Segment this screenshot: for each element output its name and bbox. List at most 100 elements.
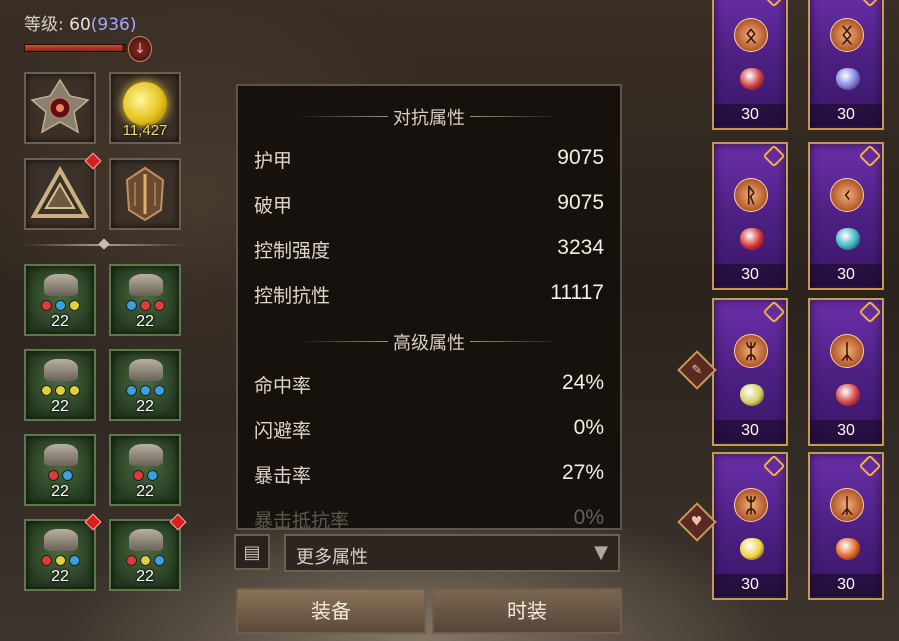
gem-icon: [40, 300, 52, 311]
boots-slot[interactable]: 22: [109, 349, 181, 421]
alert-dot: [169, 513, 187, 531]
ring-right-slot[interactable]: 22: [109, 434, 181, 506]
rune-icon: ᚲ: [830, 178, 864, 212]
gem-socket-row: [26, 470, 94, 481]
gem-icon: [54, 385, 66, 396]
rune-icon: ᛣ: [830, 488, 864, 522]
rune-icon: ᛯ: [734, 334, 768, 368]
rune-card[interactable]: ᛝ 30: [808, 0, 884, 130]
gold-count: 11,427: [122, 122, 168, 139]
emblem-icon: [30, 78, 90, 134]
triangle-rune-icon: [30, 165, 90, 218]
stat-value: 0%: [573, 416, 604, 439]
gold-orb-slot[interactable]: 11,427: [109, 72, 181, 144]
level-display: 等级: 60(936): [24, 10, 137, 35]
rarity-badge-icon: [858, 0, 882, 8]
section-title-combat: 对抗属性: [238, 104, 620, 129]
rarity-badge-icon: [858, 300, 882, 324]
rune-card[interactable]: ᚱ 30: [712, 142, 788, 290]
tab-equipment[interactable]: 装备: [236, 588, 426, 634]
enhance-level: 22: [136, 398, 154, 415]
stat-row: 暴击率 27%: [254, 461, 604, 491]
stat-value: 24%: [561, 371, 604, 394]
gem-icon: [132, 470, 144, 481]
stat-label: 破甲: [254, 195, 293, 217]
equipment-icon: [44, 274, 78, 296]
rune-card[interactable]: ᛣ 30: [808, 452, 884, 600]
section-title-advanced: 高级属性: [238, 329, 620, 354]
gem-icon: [153, 385, 165, 396]
amulet-right-slot[interactable]: 22: [109, 513, 187, 591]
equipment-icon: [44, 529, 78, 551]
rarity-badge-icon: [762, 300, 786, 324]
equipment-icon: [44, 359, 78, 381]
gem-icon: [40, 555, 52, 566]
card-level: 30: [714, 264, 786, 286]
stat-row: 破甲 9075: [254, 191, 604, 221]
heart-tab-icon[interactable]: ♥: [677, 502, 717, 542]
stat-label: 暴击抵抗率: [254, 510, 350, 530]
level-value: 60: [69, 15, 91, 35]
equipment-icon: [129, 274, 163, 296]
rune-card[interactable]: ᛣ 30: [808, 298, 884, 446]
stat-value: 27%: [561, 461, 604, 484]
xp-bar-fill: [25, 45, 122, 51]
stat-label: 闪避率: [254, 420, 312, 442]
gem-icon: [139, 385, 151, 396]
crest-slot[interactable]: [109, 158, 181, 230]
gem-socket-row: [111, 555, 179, 566]
gem-icon: [139, 300, 151, 311]
gear-emblem-slot[interactable]: [24, 72, 96, 144]
helm-slot[interactable]: 22: [24, 264, 96, 336]
relic-item-icon: [740, 384, 764, 406]
gem-icon: [68, 385, 80, 396]
card-level: 30: [714, 574, 786, 596]
rune-card[interactable]: ᚲ 30: [808, 142, 884, 290]
belt-slot[interactable]: 22: [109, 264, 181, 336]
rune-card[interactable]: ᛯ 30: [712, 452, 788, 600]
stat-label: 控制抗性: [254, 285, 331, 307]
amulet-left-slot[interactable]: 22: [24, 513, 102, 591]
stat-row: 命中率 24%: [254, 371, 604, 401]
equipment-icon: [129, 529, 163, 551]
rarity-badge-icon: [762, 144, 786, 168]
stat-row: 控制强度 3234: [254, 236, 604, 266]
stat-label: 控制强度: [254, 240, 331, 262]
chevron-down-icon: ▼: [594, 542, 608, 563]
rarity-badge-icon: [762, 454, 786, 478]
level-label: 等级:: [24, 15, 70, 35]
level-down-arrow-icon[interactable]: ↓: [128, 36, 152, 62]
scroll-icon[interactable]: ▤: [234, 534, 270, 570]
gem-icon: [68, 300, 80, 311]
rune-triangle-slot[interactable]: [24, 152, 102, 230]
card-level: 30: [810, 420, 882, 442]
stat-value: 3234: [557, 236, 604, 259]
rarity-badge-icon: [858, 144, 882, 168]
gem-icon: [54, 300, 66, 311]
side-tab-icon[interactable]: ✎: [677, 350, 717, 390]
relic-item-icon: [740, 228, 764, 250]
enhance-level: 22: [136, 483, 154, 500]
more-attributes-label: 更多属性: [296, 547, 368, 568]
card-level: 30: [714, 420, 786, 442]
gem-icon: [125, 555, 137, 566]
enhance-level: 22: [51, 568, 69, 585]
enhance-level: 22: [136, 313, 154, 330]
gem-icon: [40, 385, 52, 396]
gloves-slot[interactable]: 22: [24, 349, 96, 421]
rune-card[interactable]: ᛟ 30: [712, 0, 788, 130]
gem-socket-row: [26, 555, 94, 566]
divider-ornament: [98, 238, 110, 250]
ring-left-slot[interactable]: 22: [24, 434, 96, 506]
equipment-icon: [129, 359, 163, 381]
more-attributes-dropdown[interactable]: 更多属性 ▼: [284, 534, 620, 572]
tab-fashion[interactable]: 时装: [432, 588, 622, 634]
stat-value: 9075: [557, 146, 604, 169]
gem-icon: [153, 300, 165, 311]
rune-card[interactable]: ᛯ 30: [712, 298, 788, 446]
alert-dot: [84, 513, 102, 531]
stats-panel[interactable]: 对抗属性 护甲 9075 破甲 9075 控制强度 3234 控制抗性 1111…: [236, 84, 622, 530]
stat-row: 控制抗性 11117: [254, 281, 604, 311]
card-level: 30: [810, 264, 882, 286]
xp-bar: [24, 44, 126, 52]
